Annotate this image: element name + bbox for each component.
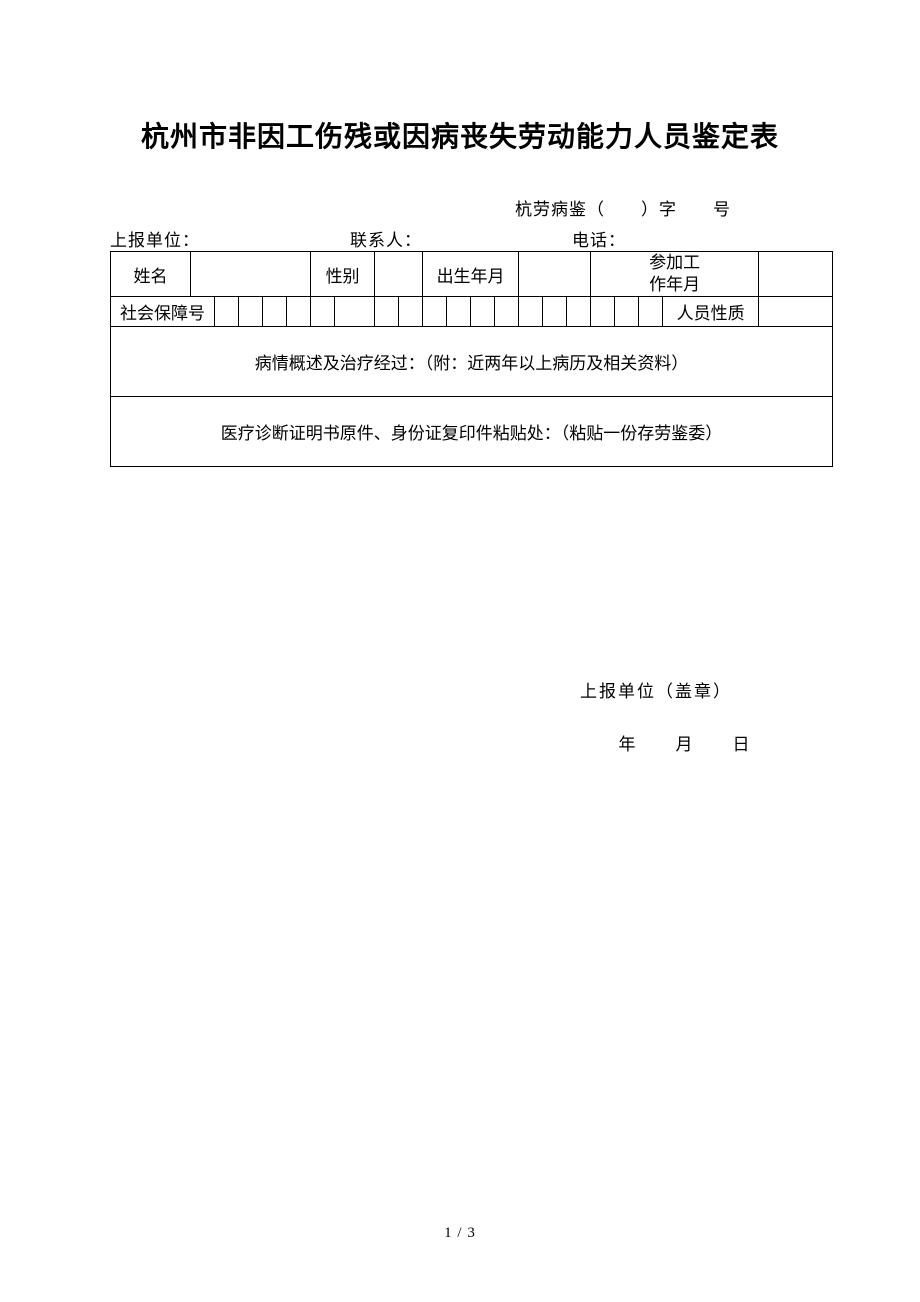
form-table: 姓名 性别 出生年月 参加工作年月 社会保障号 — [110, 251, 833, 467]
ssn-digit-3[interactable] — [263, 297, 287, 327]
ssn-digit-13[interactable] — [519, 297, 543, 327]
birth-field[interactable] — [519, 252, 591, 297]
person-type-label: 人员性质 — [663, 297, 759, 327]
work-date-field[interactable] — [759, 252, 833, 297]
name-label: 姓名 — [111, 252, 191, 297]
row-basic-info: 姓名 性别 出生年月 参加工作年月 — [111, 252, 833, 297]
birth-label: 出生年月 — [423, 252, 519, 297]
ssn-digit-10[interactable] — [447, 297, 471, 327]
page-number: 1 / 3 — [0, 1225, 920, 1242]
name-field[interactable] — [191, 252, 311, 297]
ssn-digit-9[interactable] — [423, 297, 447, 327]
ssn-digit-15[interactable] — [567, 297, 591, 327]
document-number: 杭劳病鉴（ ）字 号 — [110, 195, 810, 220]
ssn-digit-4[interactable] — [287, 297, 311, 327]
phone-label: 电话： — [572, 226, 810, 251]
ssn-digit-12[interactable] — [495, 297, 519, 327]
work-date-label: 参加工作年月 — [591, 252, 759, 297]
ssn-label: 社会保障号 — [111, 297, 215, 327]
ssn-digit-2[interactable] — [239, 297, 263, 327]
date-line: 年月日 — [516, 730, 796, 755]
ssn-digit-7[interactable] — [375, 297, 399, 327]
ssn-digit-11[interactable] — [471, 297, 495, 327]
ssn-digit-1[interactable] — [215, 297, 239, 327]
ssn-digit-16[interactable] — [591, 297, 615, 327]
header-line: 上报单位： 联系人： 电话： — [110, 226, 810, 251]
row-condition: 病情概述及治疗经过：（附：近两年以上病历及相关资料） 上报单位（盖章） 年月日 — [111, 327, 833, 397]
gender-field[interactable] — [375, 252, 423, 297]
report-unit-label: 上报单位： — [110, 226, 350, 251]
ssn-digit-18[interactable] — [639, 297, 663, 327]
person-type-field[interactable] — [759, 297, 833, 327]
ssn-digit-8[interactable] — [399, 297, 423, 327]
condition-heading: 病情概述及治疗经过：（附：近两年以上病历及相关资料） — [129, 349, 814, 374]
row-attachment: 医疗诊断证明书原件、身份证复印件粘贴处：（粘贴一份存劳鉴委） — [111, 397, 833, 467]
attachment-heading: 医疗诊断证明书原件、身份证复印件粘贴处：（粘贴一份存劳鉴委） — [129, 419, 814, 444]
ssn-digit-5[interactable] — [311, 297, 335, 327]
contact-label: 联系人： — [350, 226, 572, 251]
ssn-digit-6[interactable] — [335, 297, 375, 327]
row-ssn: 社会保障号 人员性质 — [111, 297, 833, 327]
page-title: 杭州市非因工伤残或因病丧失劳动能力人员鉴定表 — [110, 115, 810, 155]
gender-label: 性别 — [311, 252, 375, 297]
ssn-digit-14[interactable] — [543, 297, 567, 327]
stamp-label: 上报单位（盖章） — [516, 677, 796, 702]
ssn-digit-17[interactable] — [615, 297, 639, 327]
